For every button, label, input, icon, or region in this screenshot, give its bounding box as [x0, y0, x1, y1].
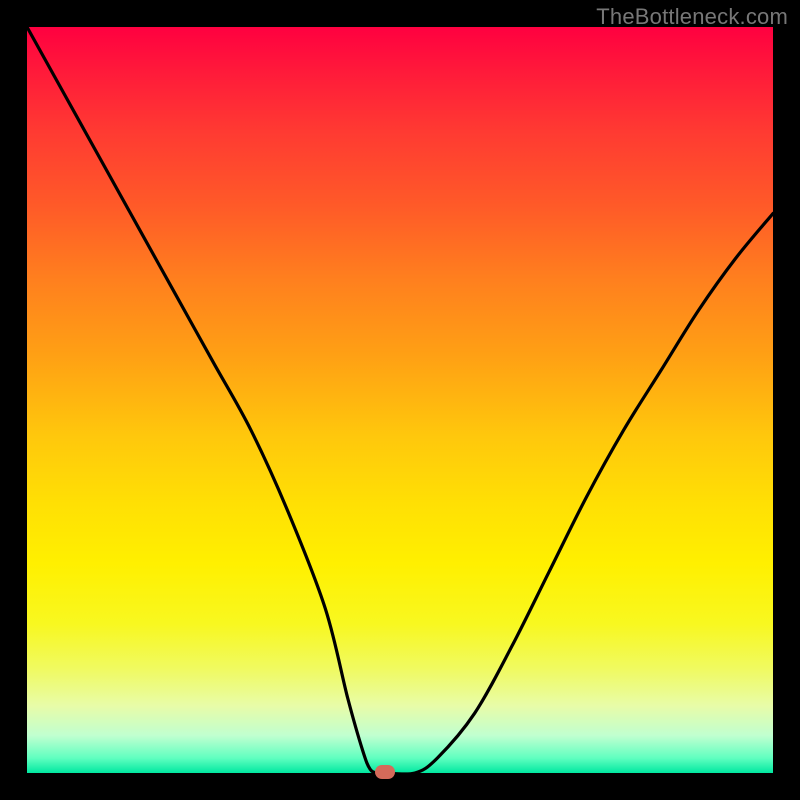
watermark-text: TheBottleneck.com [596, 4, 788, 30]
bottleneck-curve [27, 27, 773, 773]
outer-frame: TheBottleneck.com [0, 0, 800, 800]
optimal-point-marker [375, 765, 395, 779]
chart-svg [27, 27, 773, 773]
